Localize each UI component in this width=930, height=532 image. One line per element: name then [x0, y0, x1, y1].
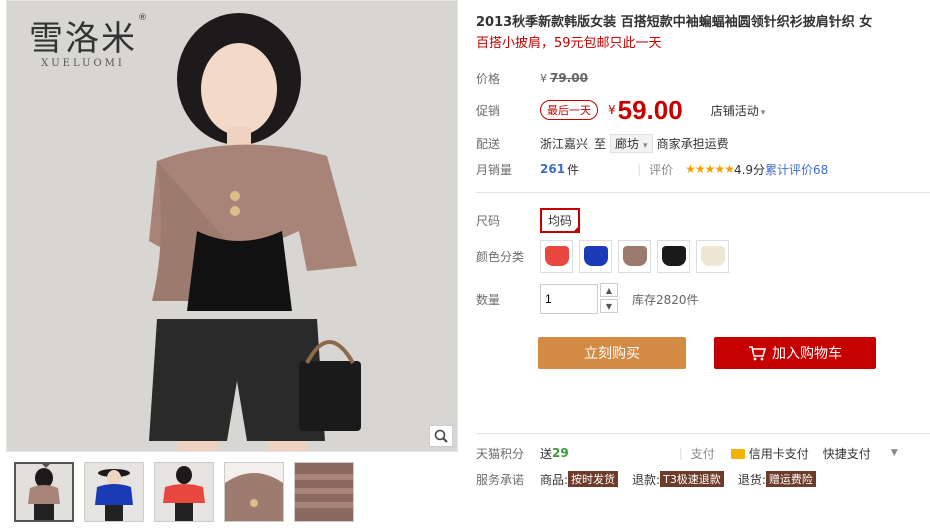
color-label: 颜色分类 — [476, 249, 525, 264]
color-swatch[interactable] — [696, 239, 729, 273]
shop-activity-label: 店铺活动 — [710, 103, 759, 118]
monthly-sales-count: 261 — [540, 162, 566, 176]
star-rating-icon: ★★★★★ — [685, 162, 735, 176]
monthly-sales-label: 月销量 — [476, 162, 513, 177]
shipping-from: 浙江嘉兴 — [540, 136, 589, 151]
rating-label: 评价 — [649, 162, 674, 177]
thumbnail[interactable] — [154, 462, 214, 522]
destination-city: 廊坊 — [615, 136, 640, 151]
brand-logo: 雪洛米 ® XUELUOMI — [29, 11, 147, 69]
increase-icon[interactable]: ▲ — [600, 283, 618, 297]
product-subtitle: 百搭小披肩，59元包邮只此一天 — [476, 36, 662, 51]
destination-city-select[interactable]: 廊坊 ▾ — [610, 133, 653, 153]
shipping-label: 配送 — [476, 136, 501, 151]
quick-payment: 快捷支付 — [822, 446, 871, 461]
chevron-down-icon: ▾ — [760, 107, 766, 118]
divider — [476, 433, 930, 434]
chevron-down-icon: ▾ — [643, 140, 648, 151]
color-swatch[interactable] — [657, 239, 690, 273]
price-panel: 价格 ¥ 79.00 促销 最后一天 ¥ 59.00 店铺活动 ▾ 配送 浙江嘉兴… — [476, 71, 829, 178]
credit-card-payment: 信用卡支付 — [730, 445, 809, 462]
shipping-fee-note: 商家承担运费 — [656, 136, 729, 151]
brand-logo-en: XUELUOMI — [41, 58, 125, 69]
points-label: 天猫积分 — [476, 446, 525, 461]
points-value: 29 — [552, 446, 569, 460]
thumbnail[interactable] — [84, 462, 144, 522]
payment-label: 支付 — [690, 446, 715, 461]
zoom-icon[interactable] — [429, 425, 453, 447]
brand-logo-cn: 雪洛米 — [29, 19, 137, 59]
shop-activity-dropdown[interactable]: 店铺活动 ▾ — [711, 102, 766, 119]
thumbnail-strip — [14, 462, 354, 522]
add-to-cart-label: 加入购物车 — [772, 346, 842, 362]
promo-price-currency: ¥ — [608, 103, 616, 117]
shipping-to-word: 至 — [594, 136, 607, 151]
thumbnail[interactable] — [294, 462, 354, 522]
monthly-sales-unit: 件 — [567, 162, 580, 177]
main-product-image[interactable]: 雪洛米 ® XUELUOMI — [6, 0, 458, 452]
quantity-input[interactable] — [540, 284, 598, 314]
refund-label: 退款: — [632, 472, 661, 487]
points-prefix: 送 — [540, 446, 553, 461]
color-swatch[interactable] — [579, 239, 612, 273]
add-to-cart-button[interactable]: 加入购物车 — [714, 337, 876, 369]
return-shipping-insurance-tag[interactable]: 赠运费险 — [765, 471, 816, 487]
rating-score: 4.9分 — [733, 162, 766, 177]
quantity-label: 数量 — [476, 292, 501, 307]
size-option-selected[interactable]: 均码 — [540, 207, 581, 233]
goods-label: 商品: — [540, 472, 569, 487]
buy-now-button[interactable]: 立刻购买 — [538, 337, 686, 369]
on-time-delivery-tag[interactable]: 按时发货 — [568, 471, 619, 487]
original-price: 79.00 — [550, 71, 588, 85]
return-label: 退货: — [737, 472, 766, 487]
size-label: 尺码 — [476, 213, 501, 228]
total-reviews-link[interactable]: 累计评价68 — [765, 161, 828, 178]
color-swatch[interactable] — [618, 239, 651, 273]
registered-mark: ® — [138, 13, 147, 23]
color-swatches — [540, 239, 729, 273]
stock-count: 库存2820件 — [632, 292, 699, 307]
original-price-currency: ¥ — [540, 71, 547, 85]
thumbnail[interactable] — [224, 462, 284, 522]
divider — [476, 192, 930, 193]
thumbnail[interactable] — [14, 462, 74, 522]
chevron-down-icon[interactable]: ▼ — [891, 448, 898, 458]
credit-card-icon — [730, 449, 745, 459]
decrease-icon[interactable]: ▼ — [600, 299, 618, 313]
promo-label: 促销 — [476, 103, 501, 118]
quantity-stepper: ▲ ▼ — [540, 283, 618, 315]
action-buttons: 立刻购买 加入购物车 — [538, 337, 926, 369]
price-label: 价格 — [476, 71, 501, 86]
fast-refund-tag[interactable]: T3极速退款 — [660, 471, 724, 487]
service-promise-label: 服务承诺 — [476, 472, 525, 487]
color-swatch[interactable] — [540, 239, 573, 273]
cart-icon — [749, 346, 766, 361]
promo-price: 59.00 — [617, 94, 683, 125]
product-detail-panel: 2013秋季新款韩版女装 百搭短款中袖蝙蝠袖圆领针织衫披肩针织 女 百搭小披肩，… — [476, 0, 930, 487]
product-title: 2013秋季新款韩版女装 百搭短款中袖蝙蝠袖圆领针织衫披肩针织 女 — [476, 15, 873, 30]
promo-badge: 最后一天 — [540, 100, 598, 120]
services-panel: 天猫积分 送 29 | 支付 信用卡支付 快捷支付 ▼ 服务承诺 商品: 按时发… — [476, 433, 930, 492]
